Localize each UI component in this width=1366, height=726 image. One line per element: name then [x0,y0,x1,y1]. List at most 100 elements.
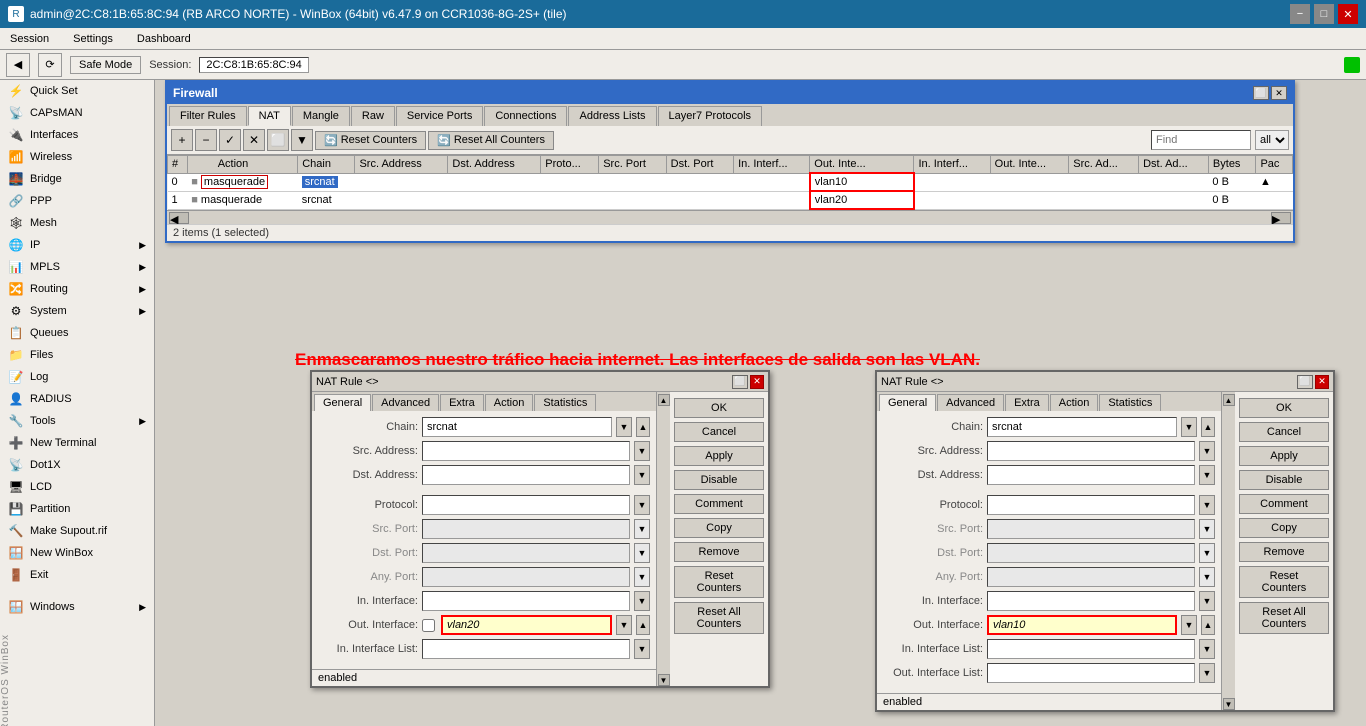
in-iface-dropdown-2[interactable]: ▼ [1199,591,1215,611]
sidebar-item-tools[interactable]: 🔧 Tools [0,410,154,432]
sidebar-item-lcd[interactable]: 🖥 LCD [0,476,154,498]
find-input[interactable] [1151,130,1251,150]
dlg2-tab-statistics[interactable]: Statistics [1099,394,1161,411]
out-iface-dropdown-1[interactable]: ▼ [616,615,632,635]
sidebar-item-dot1x[interactable]: 📡 Dot1X [0,454,154,476]
sidebar-item-new-terminal[interactable]: ➕ New Terminal [0,432,154,454]
sidebar-item-exit[interactable]: 🚪 Exit [0,564,154,586]
sidebar-item-ip[interactable]: 🌐 IP [0,234,154,256]
in-iface-list-input-2[interactable] [987,639,1195,659]
in-iface-list-input-1[interactable] [422,639,630,659]
dialog1-disable-btn[interactable]: Disable [674,470,764,490]
dialog2-apply-btn[interactable]: Apply [1239,446,1329,466]
sidebar-item-windows[interactable]: 🪟 Windows [0,596,154,618]
chain-scroll-up-1[interactable]: ▲ [636,417,650,437]
sidebar-item-wireless[interactable]: 📶 Wireless [0,146,154,168]
dialog2-scrollbar[interactable]: ▲ ▼ [1221,392,1235,710]
reset-all-counters-button[interactable]: 🔄 Reset All Counters [428,131,554,150]
dlg2-tab-extra[interactable]: Extra [1005,394,1049,411]
dialog2-cancel-btn[interactable]: Cancel [1239,422,1329,442]
dlg2-tab-action[interactable]: Action [1050,394,1099,411]
refresh-button[interactable]: ⟳ [38,53,62,77]
sidebar-item-ppp[interactable]: 🔗 PPP [0,190,154,212]
tab-raw[interactable]: Raw [351,106,395,126]
table-row[interactable]: 0 ■ masquerade srcnat [168,173,1293,191]
out-iface-input-2[interactable] [987,615,1177,635]
dialog2-close-btn[interactable]: ✕ [1315,375,1329,389]
sidebar-item-queues[interactable]: 📋 Queues [0,322,154,344]
out-iface-scroll-up-1[interactable]: ▲ [636,615,650,635]
dialog1-comment-btn[interactable]: Comment [674,494,764,514]
minimize-button[interactable]: − [1290,4,1310,24]
chain-dropdown-2[interactable]: ▼ [1181,417,1197,437]
close-button[interactable]: ✕ [1338,4,1358,24]
menu-session[interactable]: Session [4,31,55,47]
dst-addr-dropdown-1[interactable]: ▼ [634,465,650,485]
dialog1-reset-counters-btn[interactable]: Reset Counters [674,566,764,598]
dst-addr-dropdown-2[interactable]: ▼ [1199,465,1215,485]
scroll-right-btn[interactable]: ▶ [1271,212,1291,224]
sidebar-item-make-supout[interactable]: 🔨 Make Supout.rif [0,520,154,542]
sidebar-item-quickset[interactable]: ⚡ Quick Set [0,80,154,102]
firewall-restore-button[interactable]: ⬜ [1253,86,1269,100]
dialog1-title-btns[interactable]: ⬜ ✕ [732,375,764,389]
dialog1-remove-btn[interactable]: Remove [674,542,764,562]
tab-service-ports[interactable]: Service Ports [396,106,483,126]
src-addr-input-1[interactable] [422,441,630,461]
dialog1-scrollbar[interactable]: ▲ ▼ [656,392,670,686]
src-addr-dropdown-2[interactable]: ▼ [1199,441,1215,461]
remove-rule-button[interactable]: − [195,129,217,151]
back-button[interactable]: ◀ [6,53,30,77]
dialog1-close-btn[interactable]: ✕ [750,375,764,389]
dlg2-tab-general[interactable]: General [879,394,936,411]
protocol-input-2[interactable] [987,495,1195,515]
in-iface-input-1[interactable] [422,591,630,611]
table-row[interactable]: 1 ■ masquerade srcnat [168,191,1293,209]
dst-addr-input-2[interactable] [987,465,1195,485]
firewall-title-buttons[interactable]: ⬜ ✕ [1253,86,1287,100]
scroll-up-2[interactable]: ▲ [1223,394,1235,406]
sidebar-item-routing[interactable]: 🔀 Routing [0,278,154,300]
sidebar-item-interfaces[interactable]: 🔌 Interfaces [0,124,154,146]
dlg1-tab-statistics[interactable]: Statistics [534,394,596,411]
in-iface-list-dropdown-1[interactable]: ▼ [634,639,650,659]
sidebar-item-mpls[interactable]: 📊 MPLS [0,256,154,278]
dialog2-reset-all-counters-btn[interactable]: Reset All Counters [1239,602,1329,634]
protocol-dropdown-2[interactable]: ▼ [1199,495,1215,515]
copy-rule-button[interactable]: ⬜ [267,129,289,151]
maximize-button[interactable]: □ [1314,4,1334,24]
disable-rule-button[interactable]: ✕ [243,129,265,151]
sidebar-item-log[interactable]: 📝 Log [0,366,154,388]
sidebar-item-partition[interactable]: 💾 Partition [0,498,154,520]
chain-scroll-up-2[interactable]: ▲ [1201,417,1215,437]
dialog1-ok-btn[interactable]: OK [674,398,764,418]
chain-input-2[interactable] [987,417,1177,437]
sidebar-item-capsman[interactable]: 📡 CAPsMAN [0,102,154,124]
sidebar-item-system[interactable]: ⚙ System [0,300,154,322]
src-addr-dropdown-1[interactable]: ▼ [634,441,650,461]
dialog2-ok-btn[interactable]: OK [1239,398,1329,418]
out-iface-dropdown-2[interactable]: ▼ [1181,615,1197,635]
dialog1-cancel-btn[interactable]: Cancel [674,422,764,442]
scroll-down-2[interactable]: ▼ [1223,698,1235,710]
src-addr-input-2[interactable] [987,441,1195,461]
dlg2-tab-advanced[interactable]: Advanced [937,394,1004,411]
tab-filter-rules[interactable]: Filter Rules [169,106,247,126]
dlg1-tab-general[interactable]: General [314,394,371,411]
out-iface-input-1[interactable] [441,615,612,635]
table-scrollbar-h[interactable]: ◀ ▶ [167,210,1293,224]
safe-mode-button[interactable]: Safe Mode [70,56,141,74]
out-iface-checkbox-1[interactable] [422,619,435,632]
chain-dropdown-1[interactable]: ▼ [616,417,632,437]
dialog1-restore-btn[interactable]: ⬜ [732,375,748,389]
dialog2-title-btns[interactable]: ⬜ ✕ [1297,375,1329,389]
sidebar-item-radius[interactable]: 👤 RADIUS [0,388,154,410]
dialog2-copy-btn[interactable]: Copy [1239,518,1329,538]
title-bar-controls[interactable]: − □ ✕ [1290,4,1358,24]
out-iface-scroll-up-2[interactable]: ▲ [1201,615,1215,635]
dialog1-copy-btn[interactable]: Copy [674,518,764,538]
menu-settings[interactable]: Settings [67,31,119,47]
dlg1-tab-advanced[interactable]: Advanced [372,394,439,411]
in-iface-dropdown-1[interactable]: ▼ [634,591,650,611]
tab-mangle[interactable]: Mangle [292,106,350,126]
